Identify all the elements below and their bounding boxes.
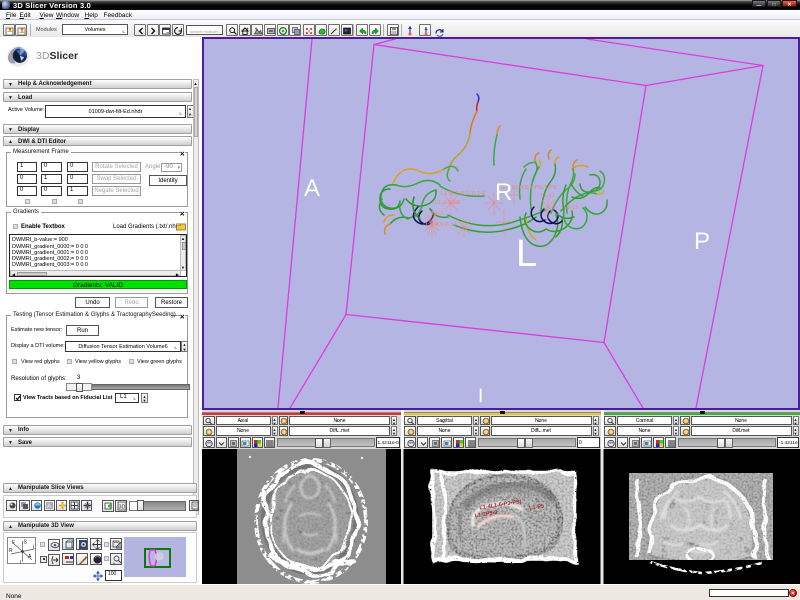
svg-text:L1-13: L1-13 [564, 205, 578, 211]
svg-text:3D: 3D [118, 505, 125, 511]
svg-text:R: R [9, 548, 13, 554]
svg-text:P: P [694, 228, 710, 255]
svg-text:A: A [304, 175, 320, 202]
svg-text:S: S [24, 539, 28, 545]
svg-text:L1-3: L1-3 [432, 211, 443, 217]
svg-text:F: F [12, 540, 15, 546]
svg-text:L: L [516, 233, 537, 275]
svg-text:L1-5L1-6L1-7L1-8: L1-5L1-6L1-7L1-8 [441, 191, 485, 197]
svg-text:I: I [20, 560, 21, 565]
svg-text:L: L [33, 544, 36, 550]
svg-text:A: A [47, 504, 51, 510]
svg-text:R: R [495, 179, 512, 206]
svg-text:I: I [478, 386, 483, 407]
